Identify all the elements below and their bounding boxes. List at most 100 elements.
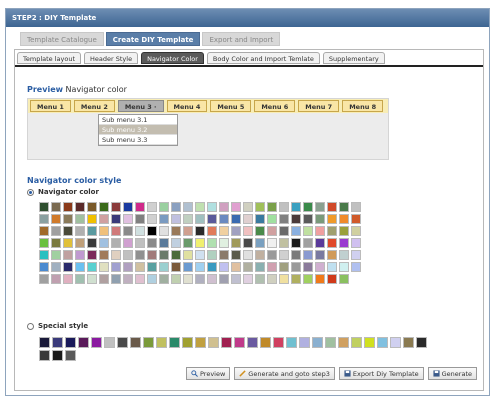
color-swatch[interactable] [339, 226, 349, 236]
color-swatch[interactable] [99, 202, 109, 212]
color-swatch[interactable] [39, 250, 49, 260]
color-swatch[interactable] [219, 250, 229, 260]
color-swatch[interactable] [182, 337, 193, 348]
color-swatch[interactable] [243, 202, 253, 212]
color-swatch[interactable] [315, 262, 325, 272]
color-swatch[interactable] [255, 238, 265, 248]
color-swatch[interactable] [171, 226, 181, 236]
color-swatch[interactable] [351, 226, 361, 236]
color-swatch[interactable] [123, 202, 133, 212]
color-swatch[interactable] [327, 214, 337, 224]
color-swatch[interactable] [171, 250, 181, 260]
color-swatch[interactable] [231, 238, 241, 248]
color-swatch[interactable] [303, 226, 313, 236]
color-swatch[interactable] [195, 226, 205, 236]
color-swatch[interactable] [99, 274, 109, 284]
color-swatch[interactable] [303, 202, 313, 212]
color-swatch[interactable] [147, 262, 157, 272]
color-swatch[interactable] [291, 274, 301, 284]
color-swatch[interactable] [183, 274, 193, 284]
color-swatch[interactable] [159, 226, 169, 236]
color-swatch[interactable] [39, 214, 49, 224]
preview-menu-item[interactable]: Menu 5 [210, 100, 252, 112]
color-swatch[interactable] [75, 250, 85, 260]
color-swatch[interactable] [147, 202, 157, 212]
color-swatch[interactable] [219, 262, 229, 272]
color-swatch[interactable] [267, 226, 277, 236]
radio-unselected-icon[interactable] [27, 322, 34, 330]
color-swatch[interactable] [207, 262, 217, 272]
color-swatch[interactable] [63, 274, 73, 284]
color-swatch[interactable] [123, 238, 133, 248]
color-swatch[interactable] [51, 238, 61, 248]
color-swatch[interactable] [208, 337, 219, 348]
color-swatch[interactable] [51, 214, 61, 224]
color-swatch[interactable] [99, 214, 109, 224]
color-swatch[interactable] [327, 202, 337, 212]
sub-tab[interactable]: Template layout [17, 52, 82, 64]
color-swatch[interactable] [351, 202, 361, 212]
color-swatch[interactable] [87, 202, 97, 212]
color-swatch[interactable] [87, 262, 97, 272]
color-swatch[interactable] [111, 238, 121, 248]
color-swatch[interactable] [351, 214, 361, 224]
color-swatch[interactable] [291, 238, 301, 248]
color-swatch[interactable] [195, 214, 205, 224]
color-swatch[interactable] [75, 214, 85, 224]
color-swatch[interactable] [390, 337, 401, 348]
color-swatch[interactable] [99, 250, 109, 260]
color-swatch[interactable] [87, 250, 97, 260]
color-swatch[interactable] [231, 262, 241, 272]
color-swatch[interactable] [183, 202, 193, 212]
color-swatch[interactable] [351, 262, 361, 272]
color-swatch[interactable] [99, 238, 109, 248]
color-swatch[interactable] [416, 337, 427, 348]
color-swatch[interactable] [315, 274, 325, 284]
color-swatch[interactable] [135, 202, 145, 212]
sub-tab[interactable]: Header Style [84, 52, 139, 64]
color-swatch[interactable] [111, 274, 121, 284]
color-swatch[interactable] [75, 226, 85, 236]
color-swatch[interactable] [315, 250, 325, 260]
color-swatch[interactable] [403, 337, 414, 348]
color-swatch[interactable] [231, 214, 241, 224]
special-style-option[interactable]: Special style [27, 322, 88, 330]
color-swatch[interactable] [234, 337, 245, 348]
color-swatch[interactable] [195, 250, 205, 260]
radio-selected-icon[interactable] [27, 188, 34, 196]
color-swatch[interactable] [39, 350, 50, 361]
color-swatch[interactable] [267, 274, 277, 284]
color-swatch[interactable] [51, 262, 61, 272]
color-swatch[interactable] [171, 274, 181, 284]
preview-menu-item[interactable]: Menu 8 [342, 100, 384, 112]
preview-menu-item[interactable]: Menu 4 [166, 100, 208, 112]
color-swatch[interactable] [87, 274, 97, 284]
color-swatch[interactable] [303, 274, 313, 284]
color-swatch[interactable] [207, 274, 217, 284]
color-swatch[interactable] [39, 337, 50, 348]
color-swatch[interactable] [156, 337, 167, 348]
color-swatch[interactable] [231, 274, 241, 284]
color-swatch[interactable] [243, 238, 253, 248]
color-swatch[interactable] [273, 337, 284, 348]
color-swatch[interactable] [339, 274, 349, 284]
color-swatch[interactable] [339, 202, 349, 212]
preview-menu-item[interactable]: Menu 1 [30, 100, 71, 112]
color-swatch[interactable] [243, 214, 253, 224]
color-swatch[interactable] [219, 226, 229, 236]
color-swatch[interactable] [147, 226, 157, 236]
color-swatch[interactable] [147, 274, 157, 284]
color-swatch[interactable] [147, 238, 157, 248]
preview-submenu-item[interactable]: Sub menu 3.1 [99, 115, 177, 125]
color-swatch[interactable] [111, 226, 121, 236]
color-swatch[interactable] [286, 337, 297, 348]
color-swatch[interactable] [279, 274, 289, 284]
color-swatch[interactable] [123, 250, 133, 260]
color-swatch[interactable] [75, 262, 85, 272]
color-swatch[interactable] [171, 238, 181, 248]
color-swatch[interactable] [195, 202, 205, 212]
color-swatch[interactable] [65, 350, 76, 361]
color-swatch[interactable] [117, 337, 128, 348]
color-swatch[interactable] [51, 250, 61, 260]
top-tab[interactable]: Create DIY Template [105, 32, 201, 46]
